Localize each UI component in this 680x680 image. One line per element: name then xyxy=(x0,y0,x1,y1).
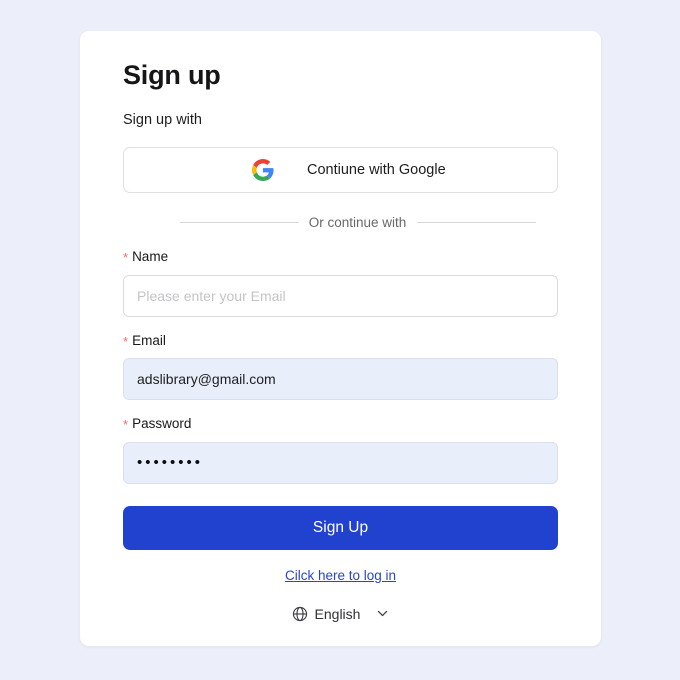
login-link-row: Cilck here to log in xyxy=(123,567,558,585)
name-label-text: Name xyxy=(132,249,169,265)
name-input[interactable] xyxy=(123,274,558,317)
globe-icon xyxy=(292,606,308,622)
email-input[interactable] xyxy=(123,358,558,401)
continue-with-google-label: Contiune with Google xyxy=(307,162,446,179)
language-label: English xyxy=(314,605,361,622)
password-label: * Password xyxy=(123,415,558,433)
required-asterisk: * xyxy=(123,417,129,433)
field-password: * Password xyxy=(123,415,558,484)
chevron-down-icon xyxy=(360,607,389,620)
password-label-text: Password xyxy=(132,416,192,432)
name-label: * Name xyxy=(123,248,558,266)
email-label-text: Email xyxy=(132,332,166,348)
field-name: * Name xyxy=(123,248,558,317)
page-title: Sign up xyxy=(123,60,221,90)
log-in-link[interactable]: Cilck here to log in xyxy=(285,568,396,583)
divider-label: Or continue with xyxy=(308,214,407,230)
divider-line-left xyxy=(180,221,299,223)
signup-card-content: Sign up Sign up with Contiune with Googl… xyxy=(123,31,558,622)
language-selector[interactable]: English xyxy=(123,606,558,622)
signup-page: Sign up Sign up with Contiune with Googl… xyxy=(0,0,680,680)
required-asterisk: * xyxy=(123,333,129,349)
required-asterisk: * xyxy=(123,250,129,266)
continue-with-google-button[interactable]: Contiune with Google xyxy=(123,147,558,194)
google-icon xyxy=(252,159,274,182)
signup-with-label: Sign up with xyxy=(123,112,202,129)
sign-up-button[interactable]: Sign Up xyxy=(123,505,558,550)
sign-up-button-label: Sign Up xyxy=(312,518,369,536)
divider: Or continue with xyxy=(123,211,558,233)
field-email: * Email xyxy=(123,332,558,401)
divider-line-right xyxy=(417,221,537,223)
email-label: * Email xyxy=(123,332,558,350)
password-input[interactable] xyxy=(123,441,558,484)
signup-card: Sign up Sign up with Contiune with Googl… xyxy=(80,31,601,646)
